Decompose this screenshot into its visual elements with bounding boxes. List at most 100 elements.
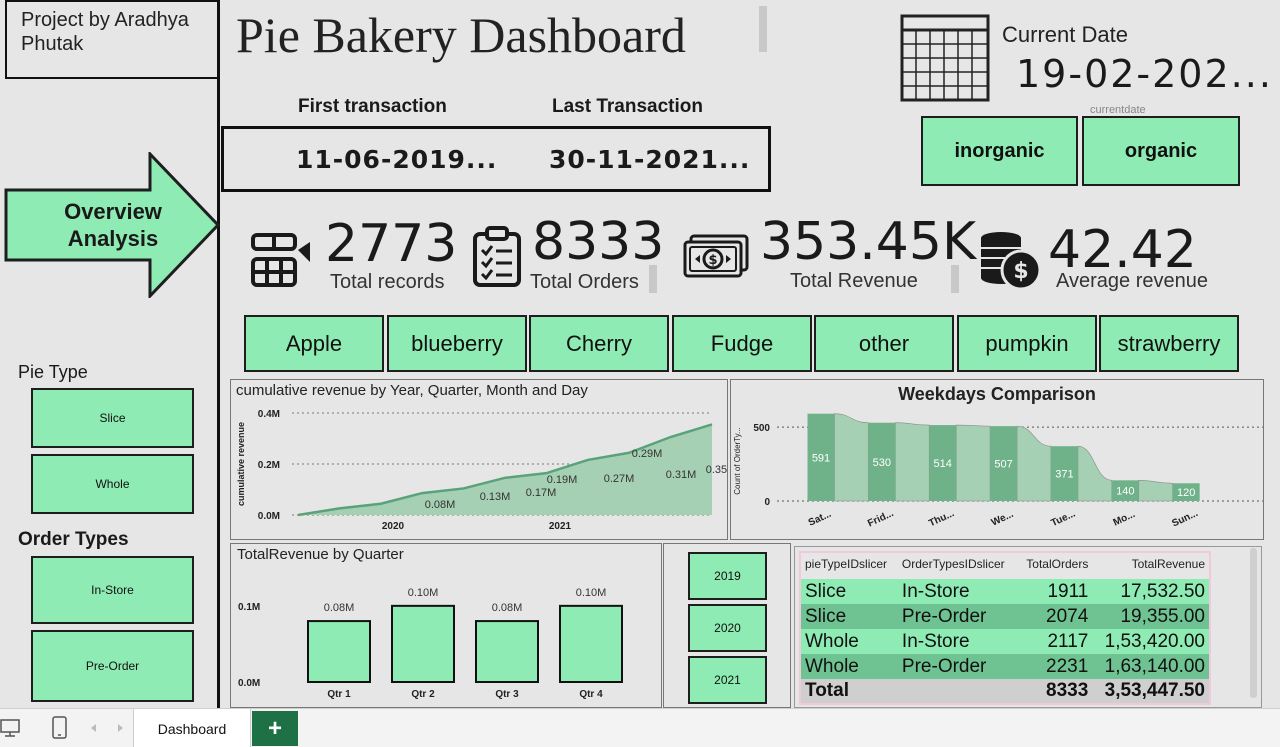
kpi-orders-bar (649, 265, 657, 293)
order-type-preorder-button[interactable]: Pre-Order (31, 630, 194, 702)
kpi-average-revenue-value: 42.42 (1048, 220, 1197, 280)
current-date-label: Current Date (1002, 22, 1128, 47)
bar (559, 604, 623, 683)
table-cell: Whole (800, 654, 898, 679)
kpi-total-records-value: 2773 (325, 214, 458, 274)
table-scrollbar[interactable] (1250, 548, 1257, 698)
pie-filter-fudge[interactable]: Fudge (672, 315, 812, 372)
chevron-left-icon[interactable] (88, 721, 100, 735)
x-tick-label: 2021 (549, 521, 572, 532)
last-transaction-value: 30-11-2021... (549, 145, 751, 174)
order-type-instore-button[interactable]: In-Store (31, 556, 194, 624)
data-label: 0.27M (604, 473, 635, 485)
table-header-totalrevenue[interactable]: TotalRevenue (1092, 552, 1210, 579)
table-cell: In-Store (897, 629, 1017, 654)
ribbon (895, 422, 930, 502)
tab-dashboard[interactable]: Dashboard (133, 709, 251, 747)
desktop-view-icon[interactable] (0, 717, 22, 739)
table-cell: 1,63,140.00 (1092, 654, 1210, 679)
bar (307, 620, 371, 683)
table-cell: 17,532.50 (1092, 579, 1210, 604)
pie-type-slice-button[interactable]: Slice (31, 388, 194, 448)
bar-value-label: 591 (812, 452, 830, 464)
y-tick-label: 0.0M (238, 678, 260, 689)
table-cell: 3,53,447.50 (1092, 679, 1210, 704)
chevron-right-icon[interactable] (114, 721, 126, 735)
mobile-view-icon[interactable] (50, 715, 70, 741)
summary-table-panel: pieTypeIDslicer OrderTypesIDslicer Total… (794, 546, 1262, 708)
pie-filter-apple[interactable]: Apple (244, 315, 384, 372)
year-2021-button[interactable]: 2021 (688, 656, 767, 704)
x-tick-label: Tue... (1050, 508, 1078, 529)
x-tick-label: Qtr 4 (579, 689, 603, 700)
svg-text:$: $ (1013, 259, 1028, 284)
current-date-value: 19-02-202... (1016, 52, 1273, 96)
x-tick-label: Frid... (866, 508, 896, 530)
x-tick-label: Qtr 3 (495, 689, 519, 700)
table-cell: In-Store (897, 579, 1017, 604)
kpi-total-revenue-label: Total Revenue (790, 270, 918, 292)
table-row: Whole In-Store 2117 1,53,420.00 (800, 629, 1210, 654)
svg-text:$: $ (708, 253, 717, 268)
table-cell: 1,53,420.00 (1092, 629, 1210, 654)
bar-value-label: 0.10M (576, 587, 607, 599)
x-tick-label: Thu... (927, 508, 956, 529)
y-tick-label: 0.4M (258, 409, 280, 420)
first-transaction-label: First transaction (298, 96, 447, 117)
data-label: 0.31M (666, 469, 697, 481)
table-header-ordertype[interactable]: OrderTypesIDslicer (897, 552, 1017, 579)
bar-value-label: 140 (1116, 486, 1134, 498)
table-cell: 2117 (1017, 629, 1093, 654)
table-header-row: pieTypeIDslicer OrderTypesIDslicer Total… (800, 552, 1210, 579)
filter-organic-button[interactable]: organic (1082, 116, 1240, 186)
table-total-row: Total 8333 3,53,447.50 (800, 679, 1210, 704)
cumulative-revenue-chart: cumulative revenue 0.0M 0.2M 0.4M 2020 2021 0.… (236, 409, 728, 532)
overview-analysis-nav[interactable]: Overview Analysis (30, 198, 196, 252)
kpi-total-records-label: Total records (330, 271, 445, 293)
current-date-caption: currentdate (1090, 104, 1146, 114)
table-cell (897, 679, 1017, 704)
coins-dollar-icon: $ (981, 232, 1042, 291)
table-cell: Slice (800, 579, 898, 604)
last-transaction-label: Last Transaction (552, 96, 703, 117)
add-sheet-button[interactable]: + (252, 711, 298, 746)
table-header-totalorders[interactable]: TotalOrders (1017, 552, 1093, 579)
x-tick-label: 2020 (382, 521, 405, 532)
bar-value-label: 0.08M (324, 602, 355, 614)
table-header-pietype[interactable]: pieTypeIDslicer (800, 552, 898, 579)
y-tick-label: 0.2M (258, 460, 280, 471)
bar-value-label: 507 (994, 459, 1012, 471)
pie-type-whole-button[interactable]: Whole (31, 454, 194, 514)
ribbon (834, 413, 869, 502)
table-cell: 19,355.00 (1092, 604, 1210, 629)
year-2020-button[interactable]: 2020 (688, 604, 767, 652)
quarter-revenue-chart: 0.0M 0.1M 0.08M Qtr 1 0.10M Qtr 2 0.08M Qtr 3 0.… (238, 587, 623, 700)
pie-filter-blueberry[interactable]: blueberry (387, 315, 527, 372)
bar-value-label: 371 (1055, 469, 1073, 481)
pie-filter-cherry[interactable]: Cherry (529, 315, 669, 372)
order-types-label: Order Types (18, 529, 129, 550)
pie-filter-other[interactable]: other (814, 315, 954, 372)
ribbon (1077, 445, 1113, 502)
x-tick-label: We... (990, 509, 1016, 529)
y-axis-label: cumulative revenue (236, 422, 246, 506)
data-label: 0.19M (547, 474, 578, 486)
title-accent-bar (759, 6, 767, 52)
bar (391, 604, 455, 683)
pie-filter-strawberry[interactable]: strawberry (1099, 315, 1239, 372)
year-2019-button[interactable]: 2019 (688, 552, 767, 600)
sheet-tab-strip: Dashboard + (0, 708, 1280, 747)
summary-table: pieTypeIDslicer OrderTypesIDslicer Total… (799, 551, 1211, 705)
table-cell: Slice (800, 604, 898, 629)
y-tick-label: 0.1M (238, 602, 260, 613)
filter-inorganic-button[interactable]: inorganic (921, 116, 1078, 186)
table-cell: Total (800, 679, 898, 704)
records-table-icon (251, 233, 310, 287)
x-tick-label: Qtr 2 (411, 689, 435, 700)
bar-value-label: 0.08M (492, 602, 523, 614)
page-title: Pie Bakery Dashboard (236, 7, 686, 63)
table-cell: Pre-Order (897, 604, 1017, 629)
y-tick-label: 0 (764, 497, 770, 508)
x-tick-label: Sun... (1170, 508, 1200, 530)
pie-filter-pumpkin[interactable]: pumpkin (957, 315, 1097, 372)
